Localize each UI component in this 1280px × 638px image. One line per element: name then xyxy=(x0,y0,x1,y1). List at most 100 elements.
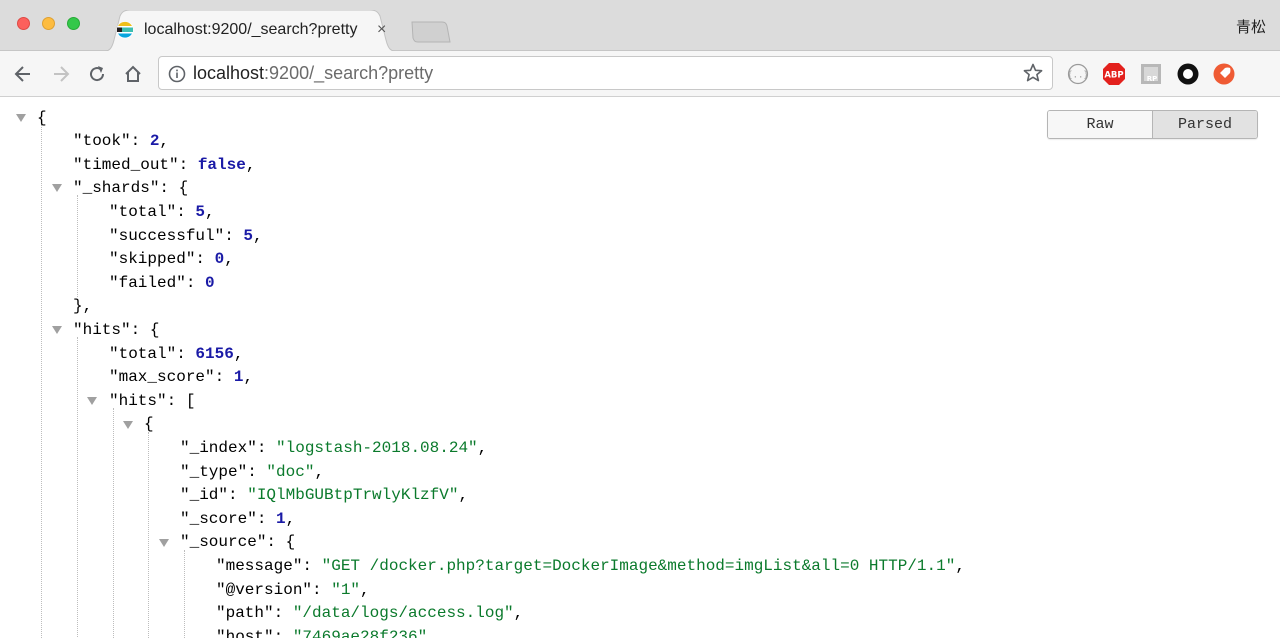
json-key: "timed_out" xyxy=(73,156,179,174)
json-brace: { xyxy=(149,321,160,339)
json-formatter-icon[interactable]: {..} xyxy=(1066,62,1090,86)
json-number: 0 xyxy=(205,274,215,292)
json-key: "message" xyxy=(216,557,303,575)
json-line: "failed": 0 xyxy=(109,274,215,292)
json-line: "total": 6156, xyxy=(109,345,244,363)
json-line: "_type": "doc", xyxy=(180,463,325,481)
reload-icon[interactable] xyxy=(84,61,110,87)
json-line: "hits": { xyxy=(73,321,160,339)
circle-extension-icon[interactable] xyxy=(1176,62,1200,86)
json-key: "_score" xyxy=(180,510,257,528)
browser-toolbar: localhost:9200/_search?pretty {..} ABP R… xyxy=(0,51,1280,97)
url-host: localhost xyxy=(193,63,265,83)
json-key: "host" xyxy=(216,628,274,638)
indent-guide xyxy=(41,124,42,638)
json-string: "logstash-2018.08.24" xyxy=(276,439,478,457)
indent-guide xyxy=(148,432,149,638)
new-tab-button[interactable] xyxy=(408,20,452,44)
elastic-icon xyxy=(116,21,134,39)
forward-arrow-icon[interactable] xyxy=(48,61,74,87)
json-line: "path": "/data/logs/access.log", xyxy=(216,604,524,622)
url-text[interactable]: localhost:9200/_search?pretty xyxy=(193,63,433,84)
parsed-view-button[interactable]: Parsed xyxy=(1152,111,1257,138)
tab-active[interactable]: localhost:9200/_search?pretty × xyxy=(100,10,400,52)
json-number: 1 xyxy=(233,368,244,386)
rp-extension-icon[interactable]: RP xyxy=(1139,62,1163,86)
json-line: "max_score": 1, xyxy=(109,368,254,386)
json-line: "_score": 1, xyxy=(180,510,296,528)
json-key: "hits" xyxy=(109,392,167,410)
json-line: "message": "GET /docker.php?target=Docke… xyxy=(216,557,965,575)
json-viewer: Raw Parsed { "took": 2, "timed_out": fal… xyxy=(0,98,1280,638)
json-number: 5 xyxy=(195,203,206,221)
json-brace: { xyxy=(178,179,189,197)
json-key: "total" xyxy=(109,203,177,221)
json-line: "hits": [ xyxy=(109,392,196,410)
json-line: "@version": "1", xyxy=(216,581,370,599)
indent-guide xyxy=(77,195,78,297)
indent-guide xyxy=(184,550,185,638)
raw-view-button[interactable]: Raw xyxy=(1048,111,1152,138)
json-string: "IQlMbGUBtpTrwlyKlzfV" xyxy=(247,486,459,504)
view-toggle: Raw Parsed xyxy=(1047,110,1258,139)
json-string: "doc" xyxy=(266,463,315,481)
json-boolean: false xyxy=(197,156,246,174)
svg-text:ABP: ABP xyxy=(1104,71,1123,81)
star-icon[interactable] xyxy=(1022,62,1044,89)
json-number: 0 xyxy=(214,250,225,268)
json-line: { xyxy=(144,412,154,436)
svg-text:{..}: {..} xyxy=(1067,71,1089,81)
json-line: "total": 5, xyxy=(109,203,215,221)
tab-title: localhost:9200/_search?pretty xyxy=(144,21,358,38)
json-key: "total" xyxy=(109,345,177,363)
json-line: "_id": "IQlMbGUBtpTrwlyKlzfV", xyxy=(180,486,469,504)
tab-close-icon[interactable]: × xyxy=(377,20,386,40)
collapse-toggle-icon[interactable] xyxy=(52,326,62,334)
window-titlebar: localhost:9200/_search?pretty × 青松 xyxy=(0,0,1280,52)
collapse-toggle-icon[interactable] xyxy=(87,397,97,405)
back-arrow-icon[interactable] xyxy=(10,61,36,87)
info-icon[interactable] xyxy=(168,65,186,88)
close-window-button[interactable] xyxy=(17,17,30,30)
collapse-toggle-icon[interactable] xyxy=(52,184,62,192)
json-key: "skipped" xyxy=(109,250,196,268)
json-line: "_index": "logstash-2018.08.24", xyxy=(180,439,488,457)
adblock-plus-icon[interactable]: ABP xyxy=(1102,62,1126,86)
json-line: "_source": { xyxy=(180,533,296,551)
svg-text:RP: RP xyxy=(1147,75,1158,83)
json-number: 5 xyxy=(243,227,254,245)
json-key: "_shards" xyxy=(73,179,160,197)
json-key: "path" xyxy=(216,604,274,622)
indent-guide xyxy=(113,408,114,638)
json-key: "@version" xyxy=(216,581,313,599)
json-key: "_source" xyxy=(180,533,267,551)
json-string: "7469ae28f236" xyxy=(292,628,428,638)
collapse-toggle-icon[interactable] xyxy=(159,539,169,547)
json-line: "took": 2, xyxy=(73,132,170,150)
json-line: }, xyxy=(73,294,92,318)
json-key: "_id" xyxy=(180,486,229,504)
zoom-window-button[interactable] xyxy=(67,17,80,30)
json-key: "took" xyxy=(73,132,131,150)
address-bar[interactable]: localhost:9200/_search?pretty xyxy=(158,56,1053,90)
json-string: "1" xyxy=(331,581,361,599)
json-line: "timed_out": false, xyxy=(73,156,256,174)
json-key: "hits" xyxy=(73,321,131,339)
json-line: "successful": 5, xyxy=(109,227,263,245)
json-line: "host": "7469ae28f236", xyxy=(216,625,437,638)
json-brace: { xyxy=(144,415,154,433)
url-path: :9200/_search?pretty xyxy=(264,63,434,83)
json-brace: { xyxy=(285,533,296,551)
collapse-toggle-icon[interactable] xyxy=(16,114,26,122)
rocket-extension-icon[interactable] xyxy=(1212,62,1236,86)
profile-name[interactable]: 青松 xyxy=(1236,16,1266,37)
json-key: "_type" xyxy=(180,463,248,481)
json-key: "_index" xyxy=(180,439,257,457)
json-key: "successful" xyxy=(109,227,225,245)
json-line: "skipped": 0, xyxy=(109,250,234,268)
home-icon[interactable] xyxy=(120,61,146,87)
json-number: 1 xyxy=(276,510,286,528)
json-brace: }, xyxy=(73,297,93,315)
minimize-window-button[interactable] xyxy=(42,17,55,30)
collapse-toggle-icon[interactable] xyxy=(123,421,133,429)
